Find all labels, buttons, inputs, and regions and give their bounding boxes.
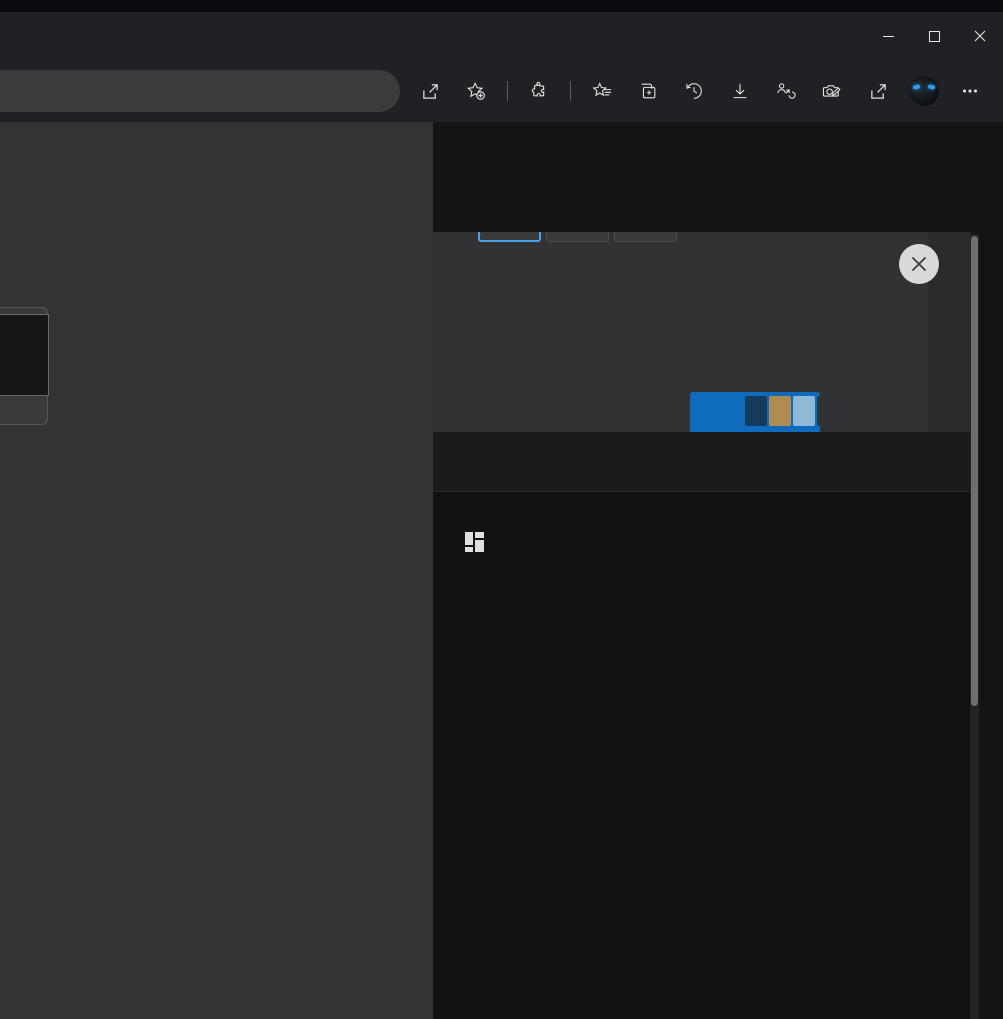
related-content-header (465, 532, 499, 552)
discover-more-themes-banner[interactable] (690, 392, 820, 432)
scrollbar-thumb[interactable] (971, 236, 978, 706)
theme-cell-partial-2[interactable] (546, 232, 609, 242)
visual-search-panel (433, 232, 971, 1019)
browser-toolbar (0, 60, 1003, 122)
browser-window (0, 12, 1003, 1019)
page-scrollbar[interactable] (970, 234, 979, 1019)
favorites-icon[interactable] (582, 71, 622, 111)
related-content-grid-icon (465, 532, 485, 552)
share-page-icon[interactable] (410, 71, 450, 111)
history-icon[interactable] (674, 71, 714, 111)
title-bar (0, 12, 1003, 60)
minimize-button[interactable] (865, 12, 911, 60)
partial-card-thumb (0, 314, 49, 396)
profile-avatar[interactable] (909, 76, 939, 106)
add-favorite-icon[interactable] (456, 71, 496, 111)
window-controls (865, 12, 1003, 60)
toolbar-divider (507, 81, 508, 101)
partial-card-top[interactable] (0, 307, 49, 425)
screenshot-icon[interactable] (812, 71, 852, 111)
address-bar[interactable] (0, 70, 400, 112)
settings-and-more-icon[interactable] (950, 71, 990, 111)
page-content (0, 122, 1003, 1019)
visual-search-tabs (433, 432, 971, 492)
close-button[interactable] (957, 12, 1003, 60)
avatar-eye-right (927, 84, 936, 90)
share-icon[interactable] (858, 71, 898, 111)
toolbar-divider-2 (570, 81, 571, 101)
visual-search-image (433, 232, 971, 432)
avatar-eye-left (912, 84, 921, 90)
extensions-icon[interactable] (519, 71, 559, 111)
maximize-button[interactable] (911, 12, 957, 60)
close-visual-search-button[interactable] (899, 244, 939, 284)
theme-cell-partial-3[interactable] (614, 232, 677, 242)
theme-cell-partial-1[interactable] (478, 232, 541, 242)
banner-thumbnails (745, 396, 820, 426)
collections-icon[interactable] (628, 71, 668, 111)
themes-grid-left (0, 122, 433, 1019)
browser-essentials-icon[interactable] (766, 71, 806, 111)
source-image-crop (433, 232, 928, 432)
downloads-icon[interactable] (720, 71, 760, 111)
visual-search-results (433, 492, 971, 1019)
